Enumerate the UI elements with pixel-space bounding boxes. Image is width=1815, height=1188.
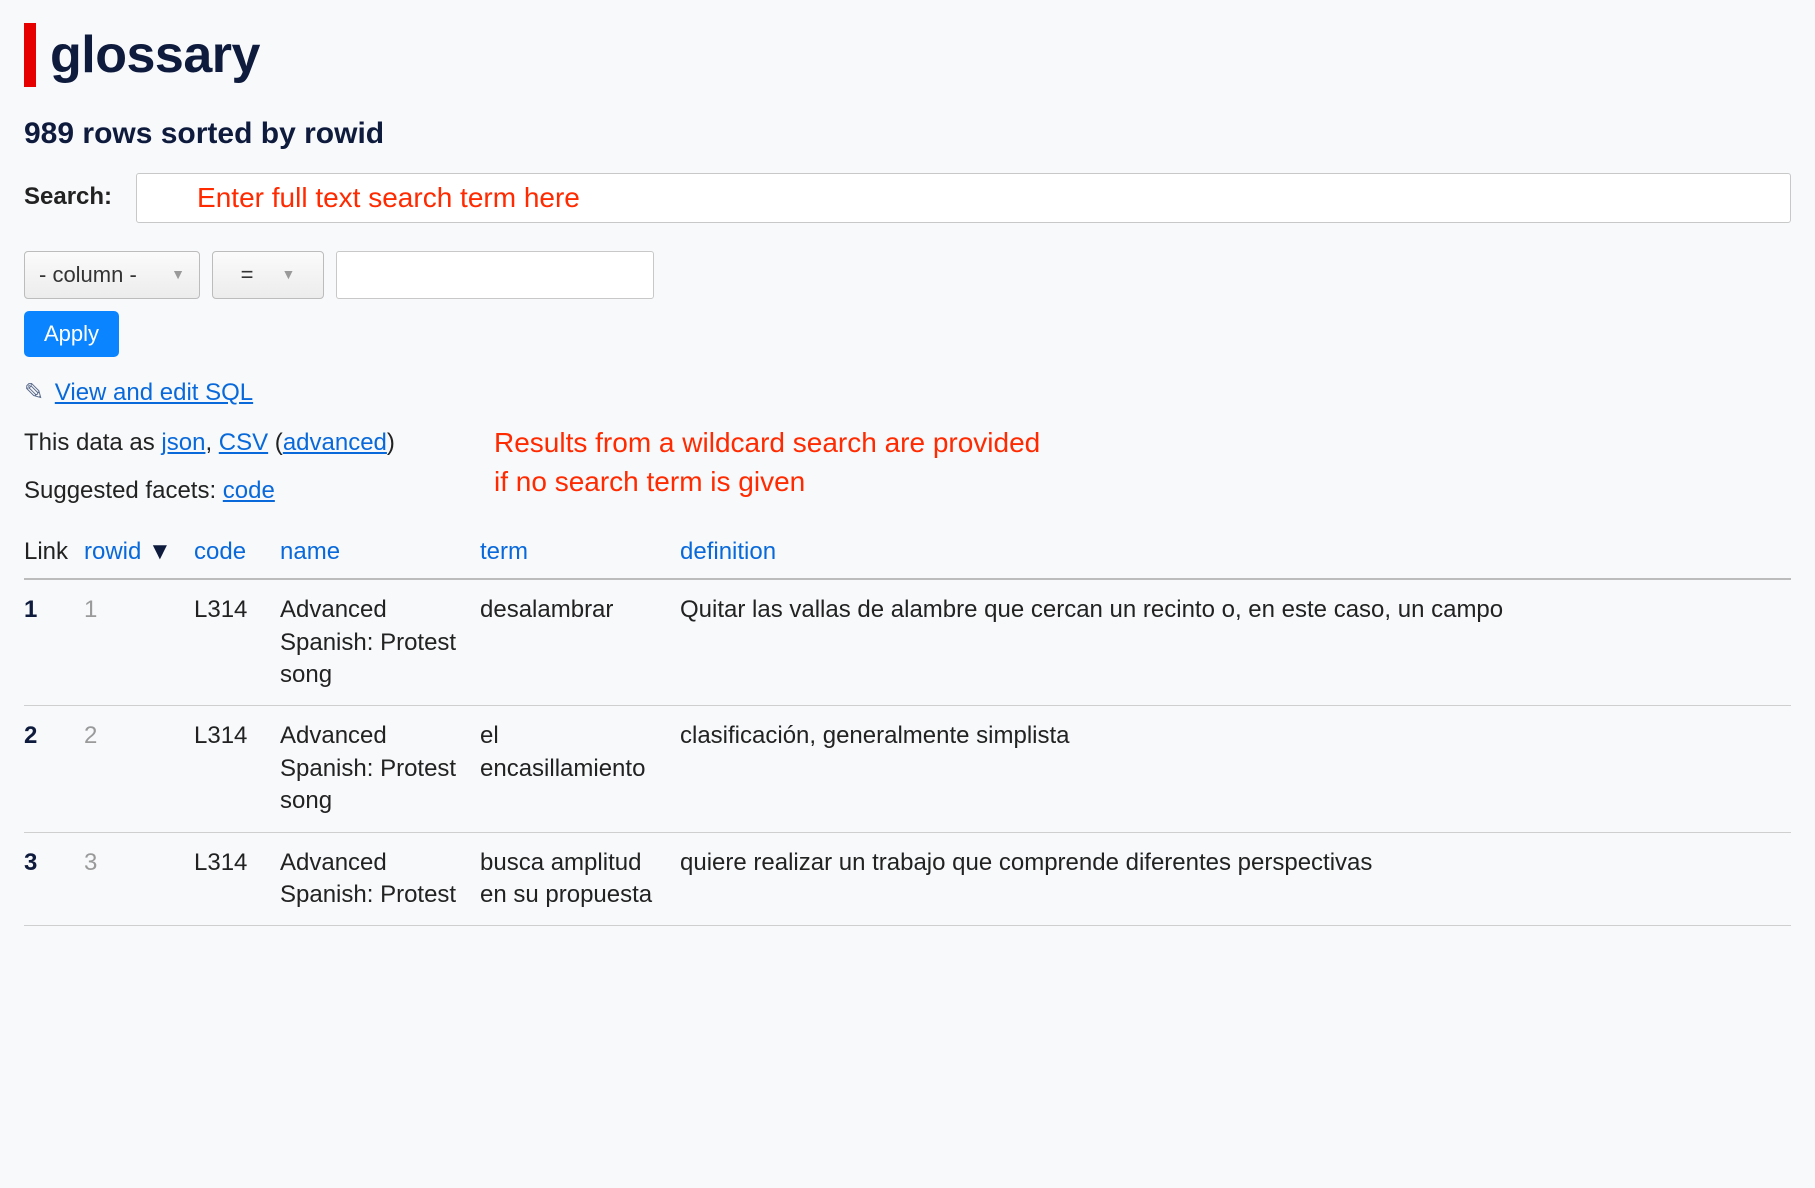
cell-code: L314: [194, 706, 280, 832]
export-csv-link[interactable]: CSV: [219, 429, 268, 456]
cell-term: desalambrar: [480, 579, 680, 706]
annotation-wildcard: Results from a wildcard search are provi…: [494, 423, 1054, 501]
col-header-name[interactable]: name: [280, 528, 480, 579]
cell-code: L314: [194, 579, 280, 706]
search-row: Search:: [24, 173, 1791, 223]
filter-value-input[interactable]: [336, 251, 654, 299]
cell-definition: quiere realizar un trabajo que comprende…: [680, 832, 1791, 926]
cell-code: L314: [194, 832, 280, 926]
cell-term: busca amplitud en su propuesta: [480, 832, 680, 926]
col-header-rowid[interactable]: rowid ▼: [84, 528, 194, 579]
results-table: Link rowid ▼ code name term definition 1…: [24, 528, 1791, 927]
cell-rowid: 2: [84, 706, 194, 832]
export-close-paren: ): [387, 429, 395, 456]
cell-name: Advanced Spanish: Protest song: [280, 706, 480, 832]
view-edit-sql-link[interactable]: View and edit SQL: [55, 379, 253, 406]
table-row: 3 3 L314 Advanced Spanish: Protest busca…: [24, 832, 1791, 926]
filter-operator-value: =: [241, 260, 254, 290]
export-json-link[interactable]: json: [161, 429, 205, 456]
facets-label: Suggested facets:: [24, 477, 223, 504]
chevron-down-icon: ▼: [282, 265, 296, 284]
filter-operator-select[interactable]: = ▼: [212, 251, 324, 299]
row-link[interactable]: 1: [24, 596, 37, 623]
facet-code-link[interactable]: code: [223, 477, 275, 504]
table-header-row: Link rowid ▼ code name term definition: [24, 528, 1791, 579]
col-header-rowid-label: rowid: [84, 538, 141, 565]
cell-term: el encasillamiento: [480, 706, 680, 832]
table-row: 1 1 L314 Advanced Spanish: Protest song …: [24, 579, 1791, 706]
row-link[interactable]: 3: [24, 849, 37, 876]
col-header-link: Link: [24, 528, 84, 579]
search-label: Search:: [24, 181, 112, 213]
row-count-subtitle: 989 rows sorted by rowid: [24, 114, 1791, 155]
sort-indicator-icon: ▼: [148, 538, 172, 565]
pencil-icon: ✎: [24, 379, 44, 406]
cell-definition: clasificación, generalmente simplista: [680, 706, 1791, 832]
apply-button[interactable]: Apply: [24, 311, 119, 357]
col-header-term[interactable]: term: [480, 528, 680, 579]
export-sep: ,: [205, 429, 218, 456]
cell-definition: Quitar las vallas de alambre que cercan …: [680, 579, 1791, 706]
col-header-definition[interactable]: definition: [680, 528, 1791, 579]
cell-name: Advanced Spanish: Protest: [280, 832, 480, 926]
cell-rowid: 3: [84, 832, 194, 926]
row-link[interactable]: 2: [24, 722, 37, 749]
export-open-paren: (: [268, 429, 283, 456]
search-input[interactable]: [136, 173, 1791, 223]
accent-bar: [24, 23, 36, 87]
filter-row: - column - ▼ = ▼: [24, 251, 1791, 299]
table-row: 2 2 L314 Advanced Spanish: Protest song …: [24, 706, 1791, 832]
export-advanced-link[interactable]: advanced: [283, 429, 387, 456]
export-prefix: This data as: [24, 429, 161, 456]
filter-column-value: - column -: [39, 260, 137, 290]
chevron-down-icon: ▼: [171, 265, 185, 284]
cell-name: Advanced Spanish: Protest song: [280, 579, 480, 706]
filter-column-select[interactable]: - column - ▼: [24, 251, 200, 299]
title-row: glossary: [24, 20, 1791, 90]
sql-link-row: ✎ View and edit SQL: [24, 377, 1791, 409]
col-header-code[interactable]: code: [194, 528, 280, 579]
cell-rowid: 1: [84, 579, 194, 706]
page-title: glossary: [50, 20, 260, 90]
